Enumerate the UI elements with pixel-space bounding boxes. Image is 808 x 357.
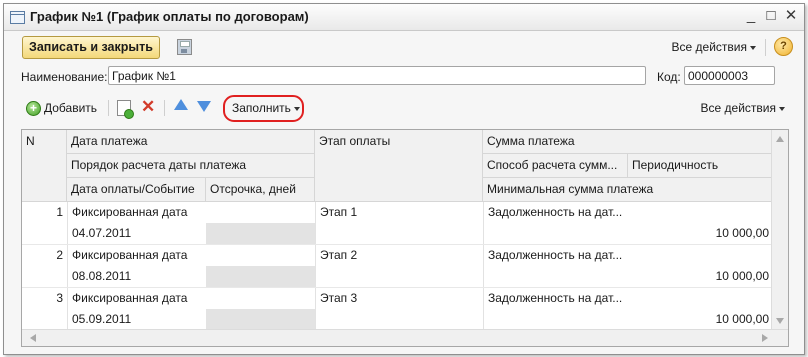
row-calc-order[interactable]: Фиксированная дата [68, 202, 315, 223]
row-min-amount[interactable]: 10 000,00 [484, 223, 773, 244]
header-date-calc-order[interactable]: Порядок расчета даты платежа [67, 154, 315, 178]
header-amount-calc-method[interactable]: Способ расчета сумм... [483, 154, 628, 178]
row-pay-date[interactable]: 04.07.2011 [68, 223, 206, 244]
row-calc-method[interactable]: Задолженность на дат... [484, 245, 628, 266]
fill-label: Заполнить [232, 101, 291, 115]
fill-button[interactable]: Заполнить [223, 95, 304, 122]
header-payment-stage[interactable]: Этап оплаты [315, 130, 483, 202]
move-up-icon[interactable] [174, 99, 188, 110]
title-bar: График №1 (График оплаты по договорам) _… [4, 4, 804, 31]
row-pay-date[interactable]: 08.08.2011 [68, 266, 206, 287]
header-pay-date-event[interactable]: Дата оплаты/Событие [67, 178, 206, 202]
chevron-down-icon [750, 45, 756, 50]
chevron-down-icon [779, 106, 785, 111]
all-actions-label: Все действия [700, 101, 776, 115]
row-stage[interactable]: Этап 3 [316, 288, 483, 309]
save-and-close-button[interactable]: Записать и закрыть [22, 36, 160, 59]
header-n[interactable]: N [22, 130, 67, 202]
minimize-button[interactable]: _ [742, 7, 760, 25]
all-actions-label: Все действия [671, 40, 747, 54]
row-delay-cell [206, 266, 315, 287]
divider [164, 100, 165, 116]
code-label: Код: [657, 70, 681, 84]
vertical-scrollbar[interactable] [771, 130, 788, 330]
row-min-amount[interactable]: 10 000,00 [484, 309, 773, 330]
scroll-right-icon[interactable] [762, 334, 768, 342]
chevron-down-icon [293, 106, 300, 111]
row-calc-order[interactable]: Фиксированная дата [68, 288, 315, 309]
all-actions-menu[interactable]: Все действия [672, 40, 756, 54]
row-pay-date[interactable]: 05.09.2011 [68, 309, 206, 330]
close-button[interactable]: ✕ [782, 7, 800, 25]
scroll-up-icon[interactable] [776, 136, 784, 142]
save-icon[interactable] [177, 39, 192, 55]
row-number: 3 [56, 291, 63, 305]
header-min-amount[interactable]: Минимальная сумма платежа [483, 178, 773, 202]
maximize-button[interactable]: □ [762, 7, 780, 25]
row-number: 2 [56, 248, 63, 262]
divider [108, 100, 109, 116]
header-payment-date[interactable]: Дата платежа [67, 130, 315, 154]
row-delay-cell [206, 309, 315, 330]
form-icon [10, 11, 25, 24]
row-calc-order[interactable]: Фиксированная дата [68, 245, 315, 266]
add-icon[interactable]: + [26, 101, 41, 116]
name-field[interactable]: График №1 [108, 66, 646, 85]
command-bar: Записать и закрыть Все действия ? [4, 31, 804, 61]
header-payment-amount[interactable]: Сумма платежа [483, 130, 773, 154]
add-button[interactable]: Добавить [44, 101, 97, 115]
window-title: График №1 (График оплаты по договорам) [30, 9, 309, 24]
row-calc-method[interactable]: Задолженность на дат... [484, 202, 628, 223]
row-number: 1 [56, 205, 63, 219]
document-window: График №1 (График оплаты по договорам) _… [3, 3, 805, 355]
move-down-icon[interactable] [197, 101, 211, 112]
scroll-down-icon[interactable] [776, 318, 784, 324]
horizontal-scrollbar[interactable] [22, 329, 788, 346]
code-field[interactable]: 000000003 [684, 66, 775, 85]
row-stage[interactable]: Этап 2 [316, 245, 483, 266]
table-all-actions-menu[interactable]: Все действия [701, 101, 785, 115]
scroll-left-icon[interactable] [30, 334, 36, 342]
help-icon[interactable]: ? [774, 37, 793, 56]
row-calc-method[interactable]: Задолженность на дат... [484, 288, 628, 309]
delete-icon[interactable]: ✕ [141, 97, 155, 117]
row-stage[interactable]: Этап 1 [316, 202, 483, 223]
row-min-amount[interactable]: 10 000,00 [484, 266, 773, 287]
row-delay-cell [206, 223, 315, 244]
header-periodicity[interactable]: Периодичность [628, 154, 773, 178]
header-delay-days[interactable]: Отсрочка, дней [206, 178, 315, 202]
divider [765, 39, 766, 56]
copy-row-icon[interactable] [117, 100, 134, 119]
payment-schedule-table: N Дата платежа Порядок расчета даты плат… [21, 129, 789, 347]
name-label: Наименование: [21, 70, 108, 84]
